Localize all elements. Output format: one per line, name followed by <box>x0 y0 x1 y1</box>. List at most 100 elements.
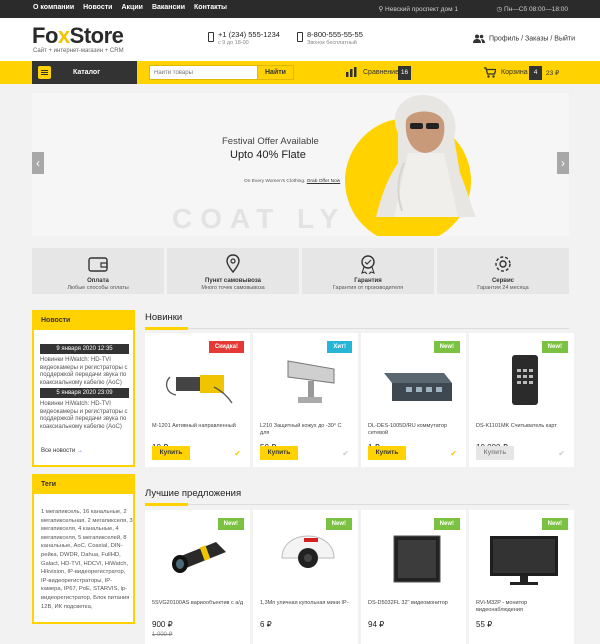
tags-widget: Теги 1 мегапиксель, 16 канальные, 2 мега… <box>32 474 135 624</box>
logo-tagline: Сайт + интернет-магазин + CRM <box>33 48 124 54</box>
product-name[interactable]: M-1201 Активный направленный <box>152 423 244 437</box>
section-title-best: Лучшие предложения <box>145 488 242 499</box>
top-bar: О компании Новости Акции Вакансии Контак… <box>0 0 600 18</box>
news-widget: Новости 9 января 2020 12:35 Новинки HiWa… <box>32 310 135 467</box>
product-price: 94 ₽ <box>368 620 385 629</box>
account-links[interactable]: Профиль / Заказы / Выйти <box>473 34 575 43</box>
product-name[interactable]: DS-K1101MK Считыватель карт <box>476 423 568 437</box>
product-image <box>490 536 558 585</box>
phone-icon <box>297 32 303 42</box>
hero-model-image <box>376 94 476 217</box>
product-image <box>172 542 226 573</box>
product-card[interactable]: New! DL-DES-1005D/RU коммутатор сетевой … <box>361 333 466 467</box>
product-card[interactable]: New! RVi-M32P - монитор видеонаблюдения … <box>469 510 574 644</box>
compare-count: 16 <box>398 66 411 80</box>
phone-number-2[interactable]: 8-800-555-55-55 <box>307 30 363 39</box>
product-card[interactable]: New! DS-D5032FL 32" видеомонитор 94 ₽ <box>361 510 466 644</box>
section-title-new: Новинки <box>145 312 183 323</box>
buy-button[interactable]: Купить <box>152 446 190 460</box>
feature-pickup: Пункт самовывоза Много точек самовывоза <box>167 248 299 294</box>
phone-number-1[interactable]: +1 (234) 555-1234 <box>218 30 280 39</box>
top-nav-promotions[interactable]: Акции <box>121 4 142 11</box>
arrow-right-icon: → <box>76 448 83 454</box>
logo[interactable]: FoxStore <box>32 23 124 49</box>
location-pin-icon <box>226 254 240 274</box>
product-card[interactable]: Хит! L210 Защитный кожух до -30° С для 5… <box>253 333 358 467</box>
phone-1-hours: с 9 до 18-00 <box>218 40 249 46</box>
product-old-price: 1 000 ₽ <box>152 632 173 638</box>
product-name[interactable]: L210 Защитный кожух до -30° С для <box>260 423 352 437</box>
top-nav-news[interactable]: Новости <box>83 4 112 11</box>
product-card[interactable]: New! 1,3Мп уличная купольная мини IP- 6 … <box>253 510 358 644</box>
work-hours: ◷ Пн—Сб 08:00—18:00 <box>496 6 568 13</box>
product-image <box>165 375 233 404</box>
catalog-button[interactable]: Каталог <box>32 61 137 84</box>
cart-sum: 23 ₽ <box>546 70 560 77</box>
main-bar: Каталог Найти Сравнение 16 Корзина 4 23 … <box>0 61 600 84</box>
product-price: 6 ₽ <box>260 620 272 629</box>
award-badge-icon <box>361 255 375 274</box>
feature-warranty: Гарантия Гарантия от производителя <box>302 248 434 294</box>
product-card[interactable]: New! 5SVG20100AS вариообъектив с а/д 900… <box>145 510 250 644</box>
product-card[interactable]: New! DS-K1101MK Считыватель карт 10 000 … <box>469 333 574 467</box>
search-button[interactable]: Найти <box>257 66 293 79</box>
slider-prev-button[interactable]: ‹ <box>32 152 44 174</box>
product-price: 900 ₽ <box>152 620 173 629</box>
feature-payment: Оплата Любые способы оплаты <box>32 248 164 294</box>
hero-offer-link[interactable]: Grab Offer Now <box>307 179 341 184</box>
buy-button[interactable]: Купить <box>260 446 298 460</box>
cart-icon <box>484 67 496 78</box>
all-news-link[interactable]: Все новости → <box>41 448 83 454</box>
section-divider <box>145 503 569 506</box>
hero-title: Festival Offer Available <box>222 136 319 147</box>
news-date: 5 января 2020 23:09 <box>40 388 129 398</box>
tags-widget-title: Теги <box>34 476 133 494</box>
feature-service: Сервис Гарантия 24 месяца <box>437 248 569 294</box>
hero-subtitle: Upto 40% Flate <box>230 149 306 161</box>
product-image <box>393 535 441 583</box>
check-icon: ✔ <box>558 449 565 458</box>
section-divider <box>145 327 569 330</box>
buy-button[interactable]: Купить <box>476 446 514 460</box>
cart-count: 4 <box>529 66 542 80</box>
product-name[interactable]: 5SVG20100AS вариообъектив с а/д <box>152 600 244 614</box>
product-name[interactable]: 1,3Мп уличная купольная мини IP- <box>260 600 352 614</box>
hero-caption: On Every Women's Clothing. Grab Offer No… <box>244 179 341 184</box>
product-name[interactable]: DL-DES-1005D/RU коммутатор сетевой <box>368 423 460 437</box>
news-widget-title: Новости <box>34 312 133 330</box>
product-name[interactable]: RVi-M32P - монитор видеонаблюдения <box>476 600 568 614</box>
menu-icon <box>38 66 51 79</box>
wallet-icon <box>88 257 108 272</box>
clock-icon: ◷ <box>496 6 504 13</box>
product-name[interactable]: DS-D5032FL 32" видеомонитор <box>368 600 460 614</box>
in-stock-check-icon: ✔ <box>234 449 241 458</box>
product-image <box>512 355 538 405</box>
top-nav-contacts[interactable]: Контакты <box>194 4 227 11</box>
slider-next-button[interactable]: › <box>557 152 569 174</box>
news-date: 9 января 2020 12:35 <box>40 344 129 354</box>
product-image <box>287 360 335 403</box>
top-nav-about[interactable]: О компании <box>33 4 74 11</box>
users-icon <box>473 34 485 43</box>
product-card[interactable]: Скидка! M-1201 Активный направленный 10 … <box>145 333 250 467</box>
features-strip: Оплата Любые способы оплаты Пункт самовы… <box>32 248 569 294</box>
store-address[interactable]: ⚲ Невский проспект дом 1 <box>378 5 458 13</box>
news-item-text[interactable]: Новинки HiWatch: HD-TVI видеокамеры и ре… <box>40 357 132 387</box>
top-nav: О компании Новости Акции Вакансии Контак… <box>33 4 227 11</box>
in-stock-check-icon: ✔ <box>450 449 457 458</box>
hero-watermark: COAT LY <box>172 203 347 234</box>
phone-icon <box>208 32 214 42</box>
check-icon: ✔ <box>342 449 349 458</box>
search-box: Найти <box>149 65 294 80</box>
buy-button[interactable]: Купить <box>368 446 406 460</box>
news-item-text[interactable]: Новинки HiWatch: HD-TVI видеокамеры и ре… <box>40 401 132 431</box>
compare-icon <box>346 67 357 77</box>
product-image <box>384 373 452 401</box>
header: FoxStore Сайт + интернет-магазин + CRM +… <box>0 18 600 61</box>
hero-slider: COAT LY Festival Offer Available Upto 40… <box>32 93 569 236</box>
phone-2-note: Звонок бесплатный <box>307 40 357 46</box>
product-price: 55 ₽ <box>476 620 493 629</box>
tags-list[interactable]: 1 мегапиксель, 16 канальные, 2 мегапиксе… <box>41 508 133 611</box>
search-input[interactable] <box>150 66 257 79</box>
top-nav-vacancies[interactable]: Вакансии <box>152 4 185 11</box>
